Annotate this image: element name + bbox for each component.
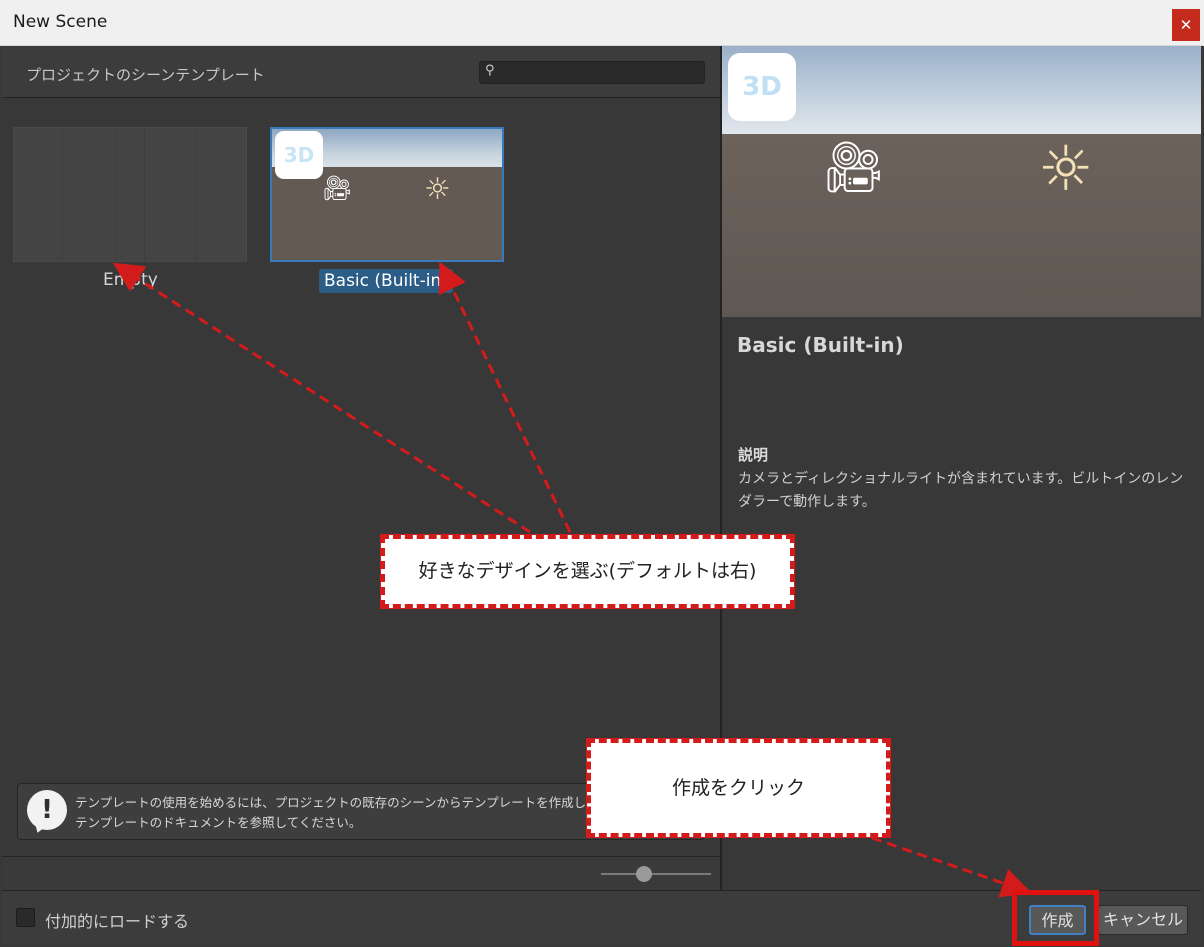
create-button[interactable]: 作成 (1029, 905, 1086, 935)
template-tile-empty[interactable] (13, 127, 247, 262)
grid-line (115, 128, 116, 261)
help-line-2[interactable]: テンプレートのドキュメントを参照してください。 (75, 813, 622, 833)
cancel-button[interactable]: キャンセル (1098, 905, 1188, 935)
search-icon: ⚲ (485, 63, 495, 78)
template-label-basic[interactable]: Basic (Built-in) (319, 269, 453, 293)
load-additively-checkbox[interactable] (16, 908, 35, 927)
template-tile-basic[interactable]: 3D 🎥︎ ☼ (270, 127, 504, 262)
search-input[interactable] (502, 63, 700, 82)
close-button[interactable]: ✕ (1172, 9, 1200, 41)
grid-line (62, 128, 63, 261)
sun-icon: ☼ (424, 172, 451, 207)
description-text: カメラとディレクショナルライトが含まれています。ビルトインのレンダラーで動作しま… (738, 471, 1184, 510)
grid-line (196, 128, 197, 261)
camera-icon: 🎥︎ (322, 174, 353, 202)
ground-plane (272, 167, 502, 260)
grid-line (144, 128, 145, 261)
template-title: Basic (Built-in) (737, 333, 904, 357)
close-icon: ✕ (1179, 16, 1193, 34)
sun-icon: ☼ (1038, 132, 1094, 205)
load-additively-label[interactable]: 付加的にロードする (45, 908, 189, 932)
help-line-1: テンプレートの使用を始めるには、プロジェクトの既存のシーンからテンプレートを作成… (75, 795, 623, 810)
ground-plane (722, 134, 1201, 317)
template-list-panel: プロジェクトのシーンテンプレート ⚲ Empty 3D 🎥︎ ☼ Basic (… (2, 46, 720, 890)
3d-badge-icon: 3D (728, 53, 796, 121)
window-titlebar: New Scene ✕ (0, 0, 1204, 46)
panel-heading: プロジェクトのシーンテンプレート (26, 66, 265, 84)
template-details-panel: 3D 🎥︎ ☼ Basic (Built-in) 説明 カメラとディレクショナル… (722, 46, 1201, 890)
camera-icon: 🎥︎ (822, 138, 886, 196)
search-field[interactable]: ⚲ (479, 61, 705, 84)
zoom-slider[interactable] (601, 866, 711, 882)
template-preview: 3D 🎥︎ ☼ (722, 46, 1201, 317)
list-footer (2, 856, 720, 890)
template-label-empty[interactable]: Empty (103, 270, 158, 290)
template-toolbar: プロジェクトのシーンテンプレート ⚲ (2, 46, 720, 98)
window-title: New Scene (13, 12, 108, 32)
help-text: テンプレートの使用を始めるには、プロジェクトの既存のシーンからテンプレートを作成… (75, 793, 622, 833)
dialog-footer: 付加的にロードする 作成 キャンセル (2, 890, 1201, 945)
help-box: ! テンプレートの使用を始めるには、プロジェクトの既存のシーンからテンプレートを… (17, 783, 705, 840)
zoom-slider-thumb[interactable] (635, 866, 652, 882)
description-heading: 説明 (738, 446, 769, 464)
3d-badge-icon: 3D (275, 131, 323, 179)
